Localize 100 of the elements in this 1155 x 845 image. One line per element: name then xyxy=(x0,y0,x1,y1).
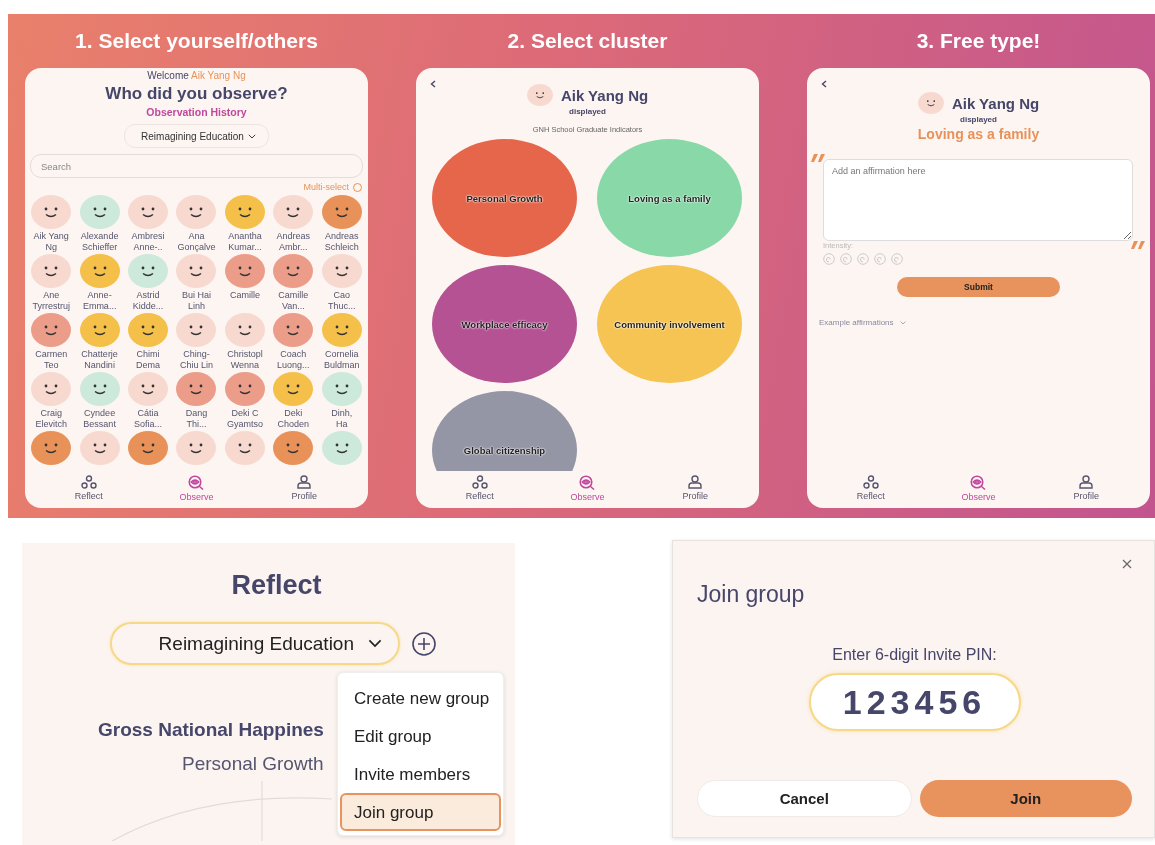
caret-icon xyxy=(368,639,382,648)
person-name: Camille xyxy=(229,290,260,301)
pin-field[interactable]: 123456 xyxy=(808,673,1021,731)
menu-item[interactable]: Join group xyxy=(340,793,501,831)
swirl-icon[interactable] xyxy=(874,253,886,265)
submit-button[interactable]: Submit xyxy=(897,277,1060,297)
person-name: Deki C Gyamtso xyxy=(226,408,263,430)
history-link[interactable]: Observation History xyxy=(25,106,368,118)
nav-tab[interactable]: Observe xyxy=(557,475,618,502)
person-name: Anne- Emma... xyxy=(82,290,117,312)
smiley-avatar[interactable] xyxy=(224,195,265,229)
smiley-avatar[interactable] xyxy=(176,313,217,347)
screen-title: Who did you observe? xyxy=(104,84,289,104)
smiley-avatar[interactable] xyxy=(31,254,72,288)
cluster-bubble[interactable]: Global citizenship xyxy=(432,391,577,471)
person-name: Bui Hai Linh xyxy=(182,290,211,312)
cluster-title: Loving as a family xyxy=(916,126,1041,142)
quote-mark-icon xyxy=(811,154,826,162)
menu-item[interactable]: Invite members xyxy=(340,755,501,793)
smiley-avatar[interactable] xyxy=(128,313,169,347)
person-name: Astrid Kidde... xyxy=(132,290,164,312)
nav-tab[interactable]: Reflect xyxy=(58,475,119,502)
swirl-icon[interactable] xyxy=(857,253,869,265)
person-name: Dinh, Ha xyxy=(331,408,353,430)
plus-circle-icon[interactable] xyxy=(412,631,436,656)
smiley-avatar[interactable] xyxy=(128,431,169,465)
smiley-avatar[interactable] xyxy=(31,313,72,347)
smiley-avatar[interactable] xyxy=(224,313,265,347)
smiley-avatar[interactable] xyxy=(31,431,72,465)
smiley-avatar[interactable] xyxy=(128,254,169,288)
smiley-avatar[interactable] xyxy=(128,195,169,229)
nav-tab[interactable]: Observe xyxy=(948,475,1009,502)
nav-tab[interactable]: Reflect xyxy=(449,475,510,502)
nav-tab[interactable]: Profile xyxy=(274,475,335,502)
smiley-avatar[interactable] xyxy=(273,313,314,347)
smiley-avatar[interactable] xyxy=(224,254,265,288)
cluster-bubble[interactable]: Community involvement xyxy=(597,265,742,383)
cancel-button[interactable]: Cancel xyxy=(697,780,912,817)
nav-tab[interactable]: Profile xyxy=(1056,475,1117,502)
join-button[interactable]: Join xyxy=(919,780,1132,817)
smiley-avatar[interactable] xyxy=(176,254,217,288)
smiley-avatar[interactable] xyxy=(128,372,169,406)
menu-item[interactable]: Edit group xyxy=(340,717,501,755)
welcome-text: Welcome Aik Yang Ng xyxy=(146,70,247,81)
smiley-avatar[interactable] xyxy=(31,372,72,406)
step-heading: 2. Select cluster xyxy=(506,29,669,53)
person-name: Cao Thuc... xyxy=(328,290,356,312)
dialog-title: Join group xyxy=(697,581,806,608)
smiley-avatar[interactable] xyxy=(176,372,217,406)
smiley-avatar[interactable] xyxy=(321,195,362,229)
back-chevron-icon[interactable] xyxy=(430,80,436,88)
person-name: Aik Yang Ng xyxy=(560,86,649,104)
affirmation-field[interactable]: Add an affirmation here xyxy=(823,159,1133,241)
smiley-avatar[interactable] xyxy=(273,431,314,465)
smiley-avatar[interactable] xyxy=(224,372,265,406)
person-name: Cátia Sofia... xyxy=(134,408,163,430)
menu-item[interactable]: Create new group xyxy=(340,679,501,717)
smiley-avatar[interactable] xyxy=(273,372,314,406)
swirl-icon[interactable] xyxy=(823,253,835,265)
person-icon xyxy=(1079,475,1094,489)
smiley-avatar[interactable] xyxy=(321,372,362,406)
smiley-avatar[interactable] xyxy=(526,84,553,106)
smiley-avatar[interactable] xyxy=(79,254,120,288)
group-dropdown[interactable]: Reimagining Education xyxy=(124,124,269,148)
smiley-avatar[interactable] xyxy=(321,431,362,465)
group-dropdown[interactable]: Reimagining Education xyxy=(110,622,400,665)
three-circles-icon xyxy=(80,475,97,489)
swirl-icon[interactable] xyxy=(891,253,903,265)
nav-tab[interactable]: Observe xyxy=(166,475,227,502)
pin-label: Enter 6-digit Invite PIN: xyxy=(831,646,998,664)
smiley-avatar[interactable] xyxy=(321,313,362,347)
smiley-avatar[interactable] xyxy=(79,431,120,465)
nav-tab[interactable]: Profile xyxy=(665,475,726,502)
search-field[interactable]: Search xyxy=(30,154,363,178)
smiley-avatar[interactable] xyxy=(917,92,944,114)
back-chevron-icon[interactable] xyxy=(821,80,827,88)
nav-tab[interactable]: Reflect xyxy=(840,475,901,502)
smiley-avatar[interactable] xyxy=(273,195,314,229)
smiley-avatar[interactable] xyxy=(176,195,217,229)
person-name: Dang Thi... xyxy=(185,408,208,430)
cluster-bubble[interactable]: Personal Growth xyxy=(432,139,577,257)
smiley-avatar[interactable] xyxy=(79,195,120,229)
smiley-avatar[interactable] xyxy=(79,372,120,406)
caret-icon xyxy=(247,133,256,139)
three-circles-icon xyxy=(471,475,488,489)
person-name: Cyndee Bessant xyxy=(83,408,116,430)
smiley-avatar[interactable] xyxy=(79,313,120,347)
smiley-avatar[interactable] xyxy=(176,431,217,465)
person-icon xyxy=(688,475,703,489)
smiley-avatar[interactable] xyxy=(224,431,265,465)
cluster-bubble[interactable]: Loving as a family xyxy=(597,139,742,257)
person-name: Andreas Ambr... xyxy=(276,231,311,253)
person-name: Aik Yang Ng xyxy=(33,231,69,253)
smiley-avatar[interactable] xyxy=(321,254,362,288)
intensity-rating[interactable] xyxy=(823,253,903,265)
smiley-avatar[interactable] xyxy=(31,195,72,229)
swirl-icon[interactable] xyxy=(840,253,852,265)
smiley-avatar[interactable] xyxy=(273,254,314,288)
eye-magnifier-icon xyxy=(579,475,596,490)
step-heading: 3. Free type! xyxy=(915,29,1042,53)
